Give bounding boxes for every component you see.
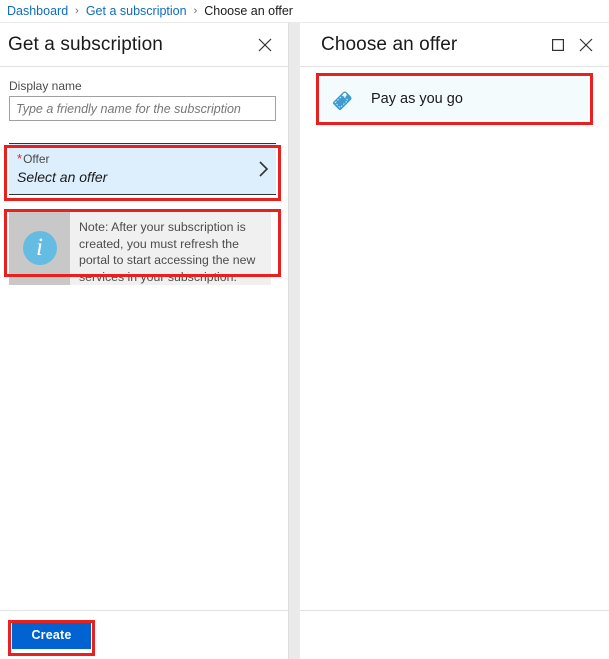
- chevron-right-icon: [257, 159, 270, 179]
- close-icon: [579, 38, 593, 52]
- left-blade-title: Get a subscription: [8, 33, 163, 55]
- display-name-label: Display name: [9, 79, 82, 93]
- required-asterisk: *: [17, 151, 23, 166]
- breadcrumb-item-get-a-subscription[interactable]: Get a subscription: [86, 4, 187, 18]
- display-name-input[interactable]: [9, 96, 276, 121]
- left-blade-footer: Create: [0, 610, 288, 659]
- offer-item-label: Pay as you go: [371, 91, 463, 107]
- offer-item-pay-as-you-go[interactable]: Pay as you go: [321, 78, 588, 120]
- offer-picker[interactable]: *Offer Select an offer: [9, 143, 276, 195]
- info-icon-cell: i: [9, 211, 70, 285]
- right-blade-title: Choose an offer: [321, 33, 458, 55]
- right-blade-header: Choose an offer: [300, 23, 609, 67]
- offer-picker-label: Offer: [23, 152, 50, 166]
- breadcrumb-item-dashboard[interactable]: Dashboard: [7, 4, 68, 18]
- offer-picker-value: Select an offer: [17, 169, 108, 185]
- breadcrumb-separator-icon: ›: [75, 5, 79, 17]
- price-tag-icon: [329, 84, 359, 114]
- offer-picker-label-row: *Offer: [17, 151, 257, 167]
- info-icon: i: [22, 231, 57, 265]
- blade-choose-an-offer: Choose an offer Pay as you go: [300, 23, 609, 659]
- blade-get-a-subscription: Get a subscription Display name Type a f…: [0, 23, 289, 659]
- right-blade-footer: [300, 610, 609, 659]
- maximize-icon: [552, 38, 564, 51]
- info-note-box: i Note: After your subscription is creat…: [9, 211, 271, 285]
- create-button[interactable]: Create: [12, 621, 91, 649]
- close-button-left-blade[interactable]: [251, 31, 279, 59]
- close-icon: [258, 38, 272, 52]
- close-button-right-blade[interactable]: [572, 31, 600, 59]
- azure-portal-screen: Dashboard › Get a subscription › Choose …: [0, 0, 609, 659]
- breadcrumb: Dashboard › Get a subscription › Choose …: [0, 0, 609, 22]
- info-note-text: Note: After your subscription is created…: [79, 220, 256, 284]
- offer-picker-text: *Offer Select an offer: [17, 151, 257, 187]
- maximize-button-right-blade[interactable]: [544, 31, 572, 59]
- header-spacer: [279, 44, 288, 45]
- display-name-field-group: Display name: [9, 79, 276, 121]
- breadcrumb-item-choose-an-offer: Choose an offer: [204, 4, 293, 18]
- breadcrumb-separator-icon: ›: [193, 5, 198, 17]
- left-blade-header: Get a subscription: [0, 23, 288, 67]
- header-spacer: [600, 44, 609, 45]
